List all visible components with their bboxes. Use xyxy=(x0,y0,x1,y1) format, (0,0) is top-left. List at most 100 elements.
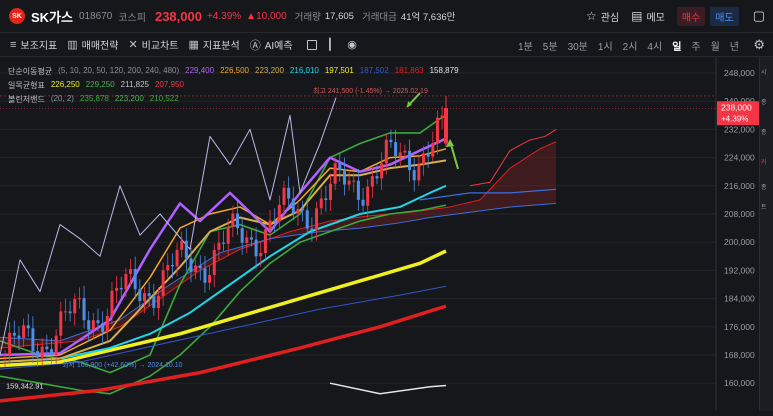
candle-body xyxy=(222,242,226,244)
candle-type-button[interactable]: ┃ xyxy=(327,38,338,51)
candle-body xyxy=(105,316,109,333)
camera-icon: ◉ xyxy=(347,39,357,51)
analysis-button[interactable]: ▦ 지표분석 xyxy=(188,37,239,52)
chart-toolbar: ≡ 보조지표 ▥ 매매전략 ✕ 비교차트 ▦ 지표분석 Ⓐ AI예측 ┃ ◉ 1… xyxy=(0,32,773,57)
favorite-button[interactable]: ☆ 관심 xyxy=(586,9,619,24)
period-week[interactable]: 주 xyxy=(691,38,700,53)
candle-body xyxy=(398,152,402,157)
bollinger-value: 235,878 xyxy=(79,94,109,103)
screenshot-button[interactable]: ◉ xyxy=(347,38,361,51)
ichimoku-legend[interactable]: 일목균형표 226,250 229,250 211,825 207,950 xyxy=(8,80,190,91)
sell-button[interactable]: 매도 xyxy=(710,6,739,26)
candle-body xyxy=(394,142,398,157)
candle-body xyxy=(375,176,379,179)
senkou-span-b xyxy=(0,202,557,342)
price-chart[interactable]: 248,000 240,000 232,000 224,000 216,000 208,0… xyxy=(0,57,760,411)
candle-body xyxy=(263,229,267,254)
sk-logo-icon: SK xyxy=(9,8,25,24)
period-1h[interactable]: 1시 xyxy=(598,38,613,53)
ma-value: 197,501 xyxy=(324,66,354,75)
ma-value: 223,200 xyxy=(255,66,284,75)
price-tick-label: 208,000 xyxy=(724,209,755,219)
candle-body xyxy=(231,213,235,227)
candle-body xyxy=(389,139,393,143)
candle-body xyxy=(124,273,128,290)
ma-20 xyxy=(0,159,447,364)
strategy-button[interactable]: ▥ 매매전략 xyxy=(67,37,118,52)
candle-body xyxy=(17,335,21,338)
candle-body xyxy=(356,180,360,200)
current-price-value: 238,000 xyxy=(721,102,752,112)
ma-legend[interactable]: 단순이동평균 (5, 10, 20, 50, 120, 200, 240, 48… xyxy=(8,66,465,77)
side-label: 커 xyxy=(761,160,767,166)
price-tick-label: 232,000 xyxy=(724,124,755,134)
candle-body xyxy=(226,226,230,244)
buy-button[interactable]: 매수 xyxy=(676,6,706,26)
price-tick-label: 192,000 xyxy=(724,265,755,275)
candle-body xyxy=(26,325,30,329)
period-day[interactable]: 일 xyxy=(672,38,681,53)
side-label: 종 xyxy=(761,185,767,191)
period-5min[interactable]: 5분 xyxy=(543,38,558,53)
candle-body xyxy=(161,270,165,296)
ma-value: 181,863 xyxy=(394,66,424,75)
price-tick-label: 200,000 xyxy=(724,237,755,247)
gear-icon[interactable]: ⚙ xyxy=(753,37,765,53)
chart-canvas[interactable]: 248,000240,000232,000224,000216,000208,0… xyxy=(0,57,760,411)
candle-body xyxy=(77,298,81,300)
candle-body xyxy=(68,311,72,314)
price-tick-label: 248,000 xyxy=(724,68,755,78)
analysis-label: 지표분석 xyxy=(202,41,240,52)
candle-body xyxy=(277,204,281,222)
candle-body xyxy=(352,180,356,182)
price-tick-label: 168,000 xyxy=(724,350,755,360)
indicator-icon: ≡ xyxy=(10,38,17,51)
period-2h[interactable]: 2시 xyxy=(623,38,638,53)
candle-body xyxy=(431,143,435,157)
candle-body xyxy=(333,163,337,184)
period-month[interactable]: 월 xyxy=(711,38,720,53)
ai-predict-button[interactable]: Ⓐ AI예측 xyxy=(250,37,293,53)
memo-button[interactable]: ▤ 메모 xyxy=(631,9,665,24)
indicator-button[interactable]: ≡ 보조지표 xyxy=(10,37,57,53)
candle-body xyxy=(296,209,300,214)
panel-toggle-icon[interactable]: ▢ xyxy=(753,8,765,24)
candle-body xyxy=(82,298,86,321)
candle-body xyxy=(184,240,188,259)
candle-body xyxy=(435,117,439,144)
candle-body xyxy=(147,293,151,297)
candle-body xyxy=(40,346,44,358)
candle-body xyxy=(361,199,365,206)
strategy-icon: ▥ xyxy=(67,39,78,51)
candle-body xyxy=(133,268,137,290)
ma-value: 229,400 xyxy=(185,66,215,75)
market-name: 코스피 xyxy=(118,12,146,24)
candle-body xyxy=(310,228,314,230)
candle-body xyxy=(240,228,244,243)
side-panel-strip[interactable]: 시 종 종 커 종 트 xyxy=(759,57,773,411)
price-tick-label: 184,000 xyxy=(724,294,755,304)
compare-button[interactable]: ✕ 비교차트 xyxy=(128,37,178,52)
analysis-icon: ▦ xyxy=(188,39,199,51)
bollinger-legend[interactable]: 볼린저밴드 (20, 2) 235,878 223,200 210,522 xyxy=(8,94,185,105)
ma-value: 187,502 xyxy=(359,66,389,75)
candle-body xyxy=(143,293,146,302)
candle-body xyxy=(329,183,332,201)
period-4h[interactable]: 4시 xyxy=(647,38,662,53)
ma-480 xyxy=(329,382,447,395)
ma-legend-label: 단순이동평균 xyxy=(8,67,53,76)
ichimoku-value: 207,950 xyxy=(154,80,184,89)
candle-body xyxy=(370,176,374,187)
candle-body xyxy=(138,289,142,302)
ai-predict-label: AI예측 xyxy=(264,41,293,52)
stock-name[interactable]: SK가스 xyxy=(31,7,73,26)
period-1min[interactable]: 1분 xyxy=(518,38,533,53)
square-icon xyxy=(306,39,317,50)
draw-rect-button[interactable] xyxy=(306,39,317,50)
candle-body xyxy=(417,164,421,181)
period-30min[interactable]: 30분 xyxy=(568,38,588,53)
candle-body xyxy=(426,153,430,157)
candle-body xyxy=(291,198,295,214)
candle-body xyxy=(73,299,77,314)
period-year[interactable]: 년 xyxy=(730,38,739,53)
